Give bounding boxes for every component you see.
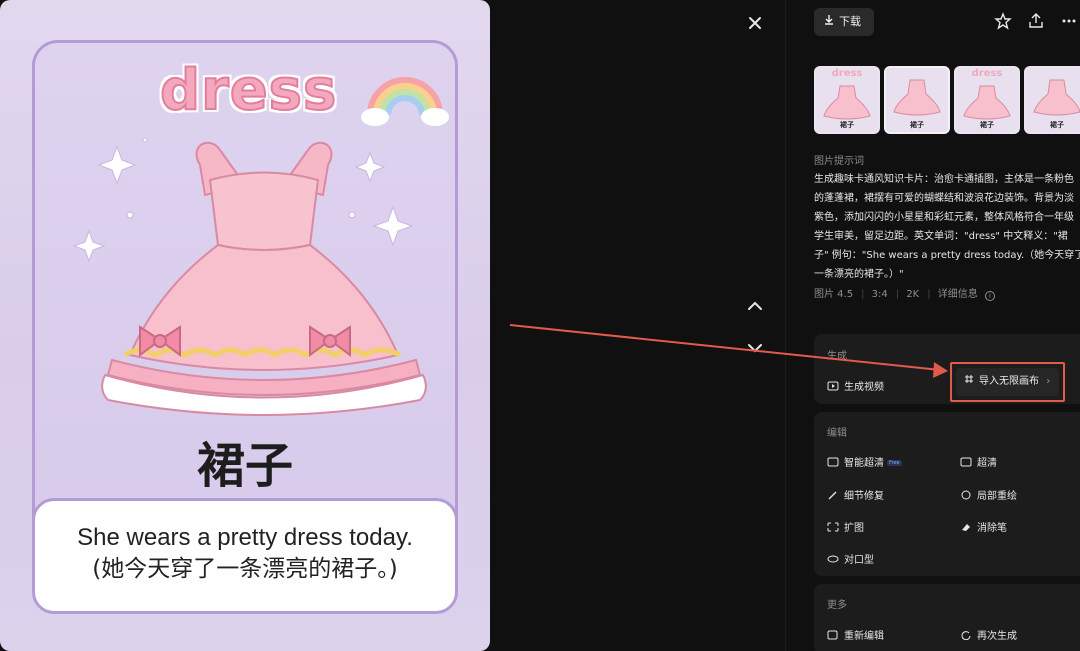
prompt-line: 学生审美，留足边距。英文单词："dress" 中文释义："裙 <box>814 231 1068 242</box>
eraser-icon <box>960 522 972 532</box>
brush-icon <box>960 490 972 500</box>
import-highlight-box: 导入无限画布 › <box>950 362 1065 402</box>
hd-box-icon <box>960 457 972 467</box>
generated-image[interactable]: dress 裙子 She wears a pretty dress today.… <box>0 0 490 651</box>
app: dress 裙子 She wears a pretty dress today.… <box>0 0 1080 651</box>
download-button[interactable]: 下载 <box>814 8 874 36</box>
thumbnail-2[interactable]: 裙子 <box>884 66 950 134</box>
thumbnail-cn: 裙子 <box>910 121 924 129</box>
smart-hd-label: 智能超清 <box>844 458 884 469</box>
partial-redraw-button[interactable]: 局部重绘 <box>960 487 1017 502</box>
eraser-button[interactable]: 消除笔 <box>960 519 1007 534</box>
info-icon[interactable]: i <box>984 291 995 301</box>
card-title-word: dress <box>159 57 338 124</box>
hd-label: 超清 <box>977 458 997 469</box>
more-section: 更多 重新编辑 再次生成 <box>814 584 1080 651</box>
more-title: 更多 <box>827 600 847 611</box>
refresh-icon <box>960 630 972 641</box>
rainbow-icon <box>361 77 449 126</box>
re-edit-button[interactable]: 重新编辑 <box>827 627 884 642</box>
hd-button[interactable]: 超清 <box>960 454 997 469</box>
thumbnail-cn: 裙子 <box>1050 121 1064 129</box>
prompt-text: 生成趣味卡通风知识卡片：治愈卡通插图，主体是一条粉色 的蓬蓬裙，裙摆有可爱的蝴蝶… <box>814 170 1080 284</box>
expand-label: 扩图 <box>844 523 864 534</box>
share-icon[interactable] <box>1027 12 1045 30</box>
generate-video-label: 生成视频 <box>844 382 884 393</box>
chevron-right-icon: › <box>1046 376 1051 387</box>
thumbnail-cn: 裙子 <box>840 121 854 129</box>
more-icon[interactable] <box>1060 12 1078 30</box>
example-sentence-box: She wears a pretty dress today. (她今天穿了一条… <box>32 498 458 614</box>
lip-sync-button[interactable]: 对口型 <box>827 551 874 566</box>
edit-icon <box>827 630 839 640</box>
mouth-icon <box>827 554 839 564</box>
free-badge: Free <box>887 460 902 466</box>
import-canvas-label: 导入无限画布 <box>979 376 1039 387</box>
prompt-line: 一条漂亮的裙子。）" <box>814 269 904 280</box>
smart-hd-button[interactable]: 智能超清 Free <box>827 454 902 469</box>
expand-icon <box>827 522 839 532</box>
download-icon <box>824 8 836 36</box>
import-canvas-button[interactable]: 导入无限画布 › <box>956 368 1059 396</box>
detail-fix-label: 细节修复 <box>844 491 884 502</box>
panel-divider <box>785 0 786 651</box>
generate-video-button[interactable]: 生成视频 <box>827 378 884 393</box>
partial-redraw-label: 局部重绘 <box>977 491 1017 502</box>
card-chinese-word: 裙子 <box>196 438 293 494</box>
thumbnail-4[interactable]: 裙子 <box>1024 66 1080 134</box>
hd-icon <box>827 457 839 467</box>
magic-wand-icon <box>827 490 839 500</box>
edit-section: 编辑 智能超清 Free 超清 细节修复 局部重绘 扩图 消除笔 对口型 <box>814 412 1080 576</box>
prompt-line: 子" 例句："She wears a pretty dress today.（她… <box>814 250 1080 261</box>
prompt-line: 紫色，添加闪闪的小星星和彩虹元素，整体风格符合一年级 <box>814 212 1074 223</box>
canvas-icon <box>964 368 975 396</box>
chevron-down-icon[interactable] <box>744 340 766 356</box>
details-panel: 下载 dress 裙子 裙子 dress 裙子 裙子 图片提示词 生成趣味卡通风… <box>800 0 1080 651</box>
expand-button[interactable]: 扩图 <box>827 519 864 534</box>
prompt-label: 图片提示词 <box>814 156 864 167</box>
regenerate-label: 再次生成 <box>977 631 1017 642</box>
image-meta: 图片 4.5 | 3:4 | 2K | 详细信息 i <box>814 285 999 301</box>
meta-model: 图片 4.5 <box>814 289 854 300</box>
chevron-up-icon[interactable] <box>744 298 766 314</box>
thumbnail-1[interactable]: dress 裙子 <box>814 66 880 134</box>
star-icon[interactable] <box>994 12 1012 30</box>
meta-resolution: 2K <box>906 289 920 300</box>
lip-sync-label: 对口型 <box>844 555 874 566</box>
details-link[interactable]: 详细信息 <box>938 289 978 300</box>
thumbnail-3[interactable]: dress 裙子 <box>954 66 1020 134</box>
pink-dress <box>101 141 427 416</box>
video-icon <box>827 381 839 391</box>
regenerate-button[interactable]: 再次生成 <box>960 627 1017 642</box>
prompt-line: 的蓬蓬裙，裙摆有可爱的蝴蝶结和波浪花边装饰。背景为淡 <box>814 193 1074 204</box>
eraser-label: 消除笔 <box>977 523 1007 534</box>
detail-fix-button[interactable]: 细节修复 <box>827 487 884 502</box>
download-label: 下载 <box>839 15 861 28</box>
close-icon[interactable] <box>744 12 766 34</box>
thumbnail-cn: 裙子 <box>980 121 994 129</box>
meta-ratio: 3:4 <box>871 289 888 300</box>
edit-title: 编辑 <box>827 428 847 439</box>
generate-title: 生成 <box>827 351 847 362</box>
re-edit-label: 重新编辑 <box>844 631 884 642</box>
thumbnail-strip: dress 裙子 裙子 dress 裙子 裙子 <box>814 66 1080 136</box>
example-sentence-cn: (她今天穿了一条漂亮的裙子。) <box>92 556 398 582</box>
example-sentence-en: She wears a pretty dress today. <box>77 524 413 551</box>
prompt-line: 生成趣味卡通风知识卡片：治愈卡通插图，主体是一条粉色 <box>814 174 1074 185</box>
